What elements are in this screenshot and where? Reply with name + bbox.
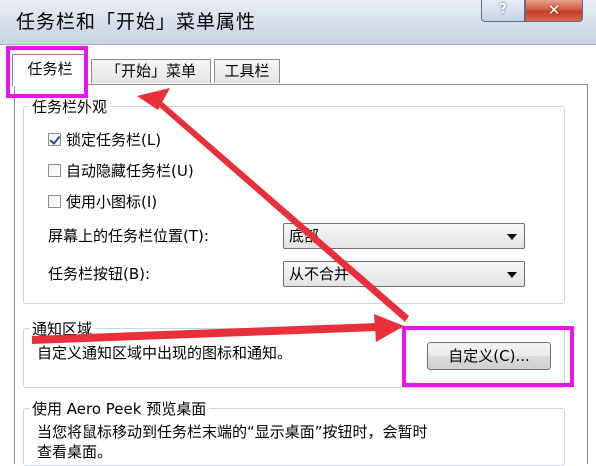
checkbox-unchecked-icon <box>48 164 61 177</box>
checkbox-unchecked-icon <box>48 195 61 208</box>
taskbar-location-label: 屏幕上的任务栏位置(T): <box>48 227 209 245</box>
taskbar-buttons-value: 从不合并 <box>289 265 350 283</box>
tab-highlight-box <box>6 46 88 98</box>
small-icons-label: 使用小图标(I) <box>66 193 158 211</box>
aero-peek-description-line2: 查看桌面。 <box>37 443 113 461</box>
lock-taskbar-label: 锁定任务栏(L) <box>66 131 162 149</box>
help-icon: ? <box>499 2 507 17</box>
notification-description: 自定义通知区域中出现的图标和通知。 <box>37 344 293 362</box>
taskbar-location-value: 底部 <box>289 227 320 245</box>
close-button[interactable]: ✕ <box>525 0 583 22</box>
tab-strip: 任务栏 「开始」菜单 工具栏 <box>0 52 596 86</box>
tab-start-menu[interactable]: 「开始」菜单 <box>91 59 211 83</box>
taskbar-buttons-label: 任务栏按钮(B): <box>48 265 151 283</box>
tab-toolbars[interactable]: 工具栏 <box>214 59 280 83</box>
group-legend-appearance: 任务栏外观 <box>32 98 108 116</box>
close-icon: ✕ <box>547 1 561 19</box>
title-bar: 任务栏和「开始」菜单属性 ? ✕ <box>0 0 596 45</box>
autohide-taskbar-label: 自动隐藏任务栏(U) <box>66 162 194 180</box>
window-title: 任务栏和「开始」菜单属性 <box>16 11 257 33</box>
group-legend-aero-peek: 使用 Aero Peek 预览桌面 <box>32 400 207 418</box>
taskbar-buttons-select[interactable]: 从不合并 <box>283 261 525 287</box>
taskbar-location-select[interactable]: 底部 <box>283 223 525 249</box>
group-legend-notification: 通知区域 <box>32 320 93 338</box>
checkbox-checked-icon <box>48 133 61 146</box>
customize-highlight-box <box>402 326 574 387</box>
chevron-down-icon <box>507 272 517 278</box>
chevron-down-icon <box>507 234 517 240</box>
aero-peek-description-line1: 当您将鼠标移动到任务栏末端的“显示桌面”按钮时，会暂时 <box>37 423 428 441</box>
small-icons-checkbox[interactable]: 使用小图标(I) <box>48 191 157 213</box>
help-button[interactable]: ? <box>481 0 525 22</box>
lock-taskbar-checkbox[interactable]: 锁定任务栏(L) <box>48 129 161 151</box>
autohide-taskbar-checkbox[interactable]: 自动隐藏任务栏(U) <box>48 160 194 182</box>
